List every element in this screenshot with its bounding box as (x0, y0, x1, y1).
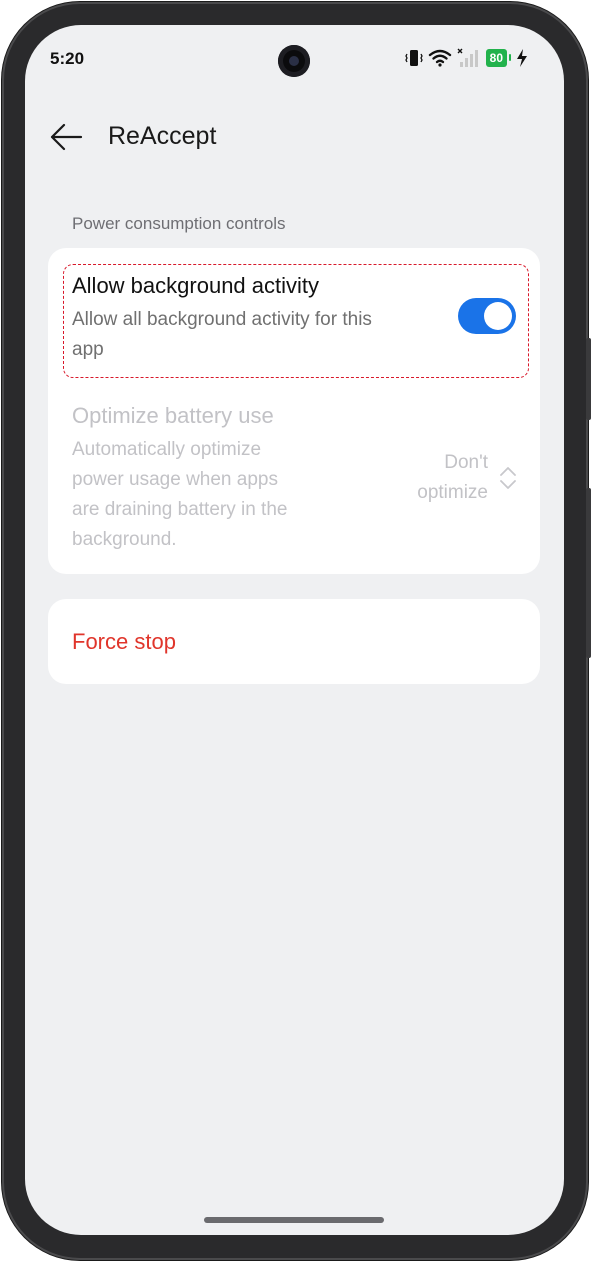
background-activity-subtitle: app (72, 339, 104, 360)
back-button[interactable] (45, 119, 85, 155)
battery-optimization-subtitle: are draining battery in the (72, 499, 288, 520)
background-activity-toggle[interactable] (458, 298, 516, 334)
status-icons: 80 (404, 47, 528, 69)
power-button (586, 338, 591, 420)
force-stop-card[interactable]: Force stop (48, 599, 540, 684)
page-title: ReAccept (108, 122, 217, 150)
toggle-knob (484, 302, 512, 330)
battery-optimization-subtitle: Automatically optimize (72, 439, 262, 460)
chevron-up-down-icon (500, 467, 516, 489)
front-camera (278, 45, 310, 77)
battery-optimization-subtitle: background. (72, 529, 177, 550)
back-arrow-icon (50, 123, 83, 151)
charging-icon (517, 49, 527, 67)
screen: 5:20 80 ReAccept Power consumption contr… (25, 25, 564, 1235)
battery-icon: 80 (485, 49, 512, 67)
background-activity-title: Allow background activity (72, 273, 320, 298)
battery-optimization-title: Optimize battery use (72, 403, 274, 428)
battery-optimization-value-line: optimize (417, 482, 488, 503)
signal-icon (457, 48, 478, 67)
home-indicator[interactable] (204, 1217, 384, 1223)
app-bar: ReAccept (25, 109, 564, 165)
force-stop-button[interactable]: Force stop (72, 629, 176, 655)
vibrate-icon (404, 50, 423, 66)
battery-optimization-value-line: Don't (444, 452, 488, 473)
wifi-icon (428, 49, 451, 67)
power-settings-card: Allow background activity Allow all back… (48, 248, 540, 574)
background-activity-subtitle: Allow all background activity for this (72, 309, 372, 330)
status-time: 5:20 (50, 49, 85, 68)
volume-button (586, 488, 591, 658)
battery-optimization-value: Don't optimize (398, 448, 488, 508)
battery-optimization-subtitle: power usage when apps (72, 469, 278, 490)
section-header: Power consumption controls (72, 214, 286, 233)
status-bar: 5:20 80 (25, 25, 564, 89)
